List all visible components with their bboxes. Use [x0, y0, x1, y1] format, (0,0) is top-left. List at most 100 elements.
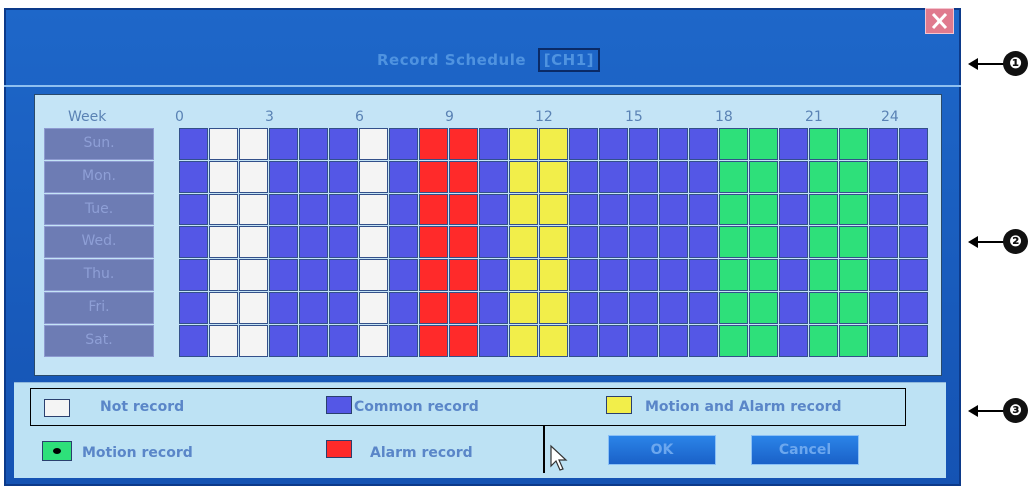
schedule-cell[interactable]: [239, 160, 268, 193]
schedule-cell[interactable]: [599, 292, 628, 324]
schedule-cell[interactable]: [299, 292, 328, 324]
schedule-cell[interactable]: [569, 160, 598, 193]
schedule-cell[interactable]: [599, 128, 628, 160]
schedule-cell[interactable]: [749, 226, 778, 259]
schedule-cell[interactable]: [779, 128, 808, 160]
schedule-cell[interactable]: [479, 128, 508, 160]
schedule-cell[interactable]: [419, 193, 448, 226]
schedule-cell[interactable]: [209, 160, 238, 193]
schedule-cell[interactable]: [269, 259, 298, 291]
schedule-cell[interactable]: [419, 160, 448, 193]
schedule-cell[interactable]: [659, 292, 688, 324]
schedule-cell[interactable]: [629, 160, 658, 193]
schedule-cell[interactable]: [749, 259, 778, 291]
schedule-cell[interactable]: [689, 226, 718, 259]
schedule-cell[interactable]: [449, 292, 478, 324]
schedule-cell[interactable]: [749, 160, 778, 193]
schedule-cell[interactable]: [299, 259, 328, 291]
schedule-cell[interactable]: [899, 259, 928, 291]
schedule-cell[interactable]: [899, 160, 928, 193]
schedule-cell[interactable]: [809, 226, 838, 259]
schedule-cell[interactable]: [479, 324, 508, 357]
schedule-cell[interactable]: [269, 324, 298, 357]
schedule-cell[interactable]: [179, 226, 208, 259]
schedule-cell[interactable]: [779, 324, 808, 357]
schedule-cell[interactable]: [839, 259, 868, 291]
schedule-cell[interactable]: [239, 324, 268, 357]
schedule-cell[interactable]: [509, 160, 538, 193]
schedule-cell[interactable]: [719, 193, 748, 226]
schedule-cell[interactable]: [509, 226, 538, 259]
schedule-cell[interactable]: [629, 324, 658, 357]
schedule-cell[interactable]: [659, 160, 688, 193]
schedule-cell[interactable]: [449, 226, 478, 259]
schedule-cell[interactable]: [599, 324, 628, 357]
schedule-cell[interactable]: [899, 292, 928, 324]
schedule-cell[interactable]: [569, 193, 598, 226]
schedule-cell[interactable]: [869, 324, 898, 357]
day-button[interactable]: Thu.: [44, 259, 154, 291]
schedule-cell[interactable]: [809, 193, 838, 226]
schedule-cell[interactable]: [809, 160, 838, 193]
schedule-cell[interactable]: [179, 160, 208, 193]
schedule-cell[interactable]: [239, 259, 268, 291]
schedule-cell[interactable]: [599, 259, 628, 291]
schedule-cell[interactable]: [809, 259, 838, 291]
schedule-cell[interactable]: [449, 193, 478, 226]
schedule-cell[interactable]: [719, 259, 748, 291]
cancel-button[interactable]: Cancel: [751, 435, 859, 465]
schedule-cell[interactable]: [689, 324, 718, 357]
schedule-cell[interactable]: [659, 226, 688, 259]
schedule-cell[interactable]: [629, 292, 658, 324]
schedule-cell[interactable]: [209, 324, 238, 357]
schedule-cell[interactable]: [839, 324, 868, 357]
schedule-cell[interactable]: [359, 226, 388, 259]
schedule-cell[interactable]: [389, 160, 418, 193]
schedule-cell[interactable]: [479, 226, 508, 259]
schedule-cell[interactable]: [749, 193, 778, 226]
schedule-cell[interactable]: [209, 226, 238, 259]
schedule-cell[interactable]: [659, 193, 688, 226]
schedule-cell[interactable]: [179, 324, 208, 357]
schedule-cell[interactable]: [839, 160, 868, 193]
schedule-cell[interactable]: [209, 128, 238, 160]
schedule-cell[interactable]: [719, 324, 748, 357]
schedule-cell[interactable]: [269, 193, 298, 226]
schedule-cell[interactable]: [359, 193, 388, 226]
schedule-cell[interactable]: [359, 160, 388, 193]
schedule-cell[interactable]: [779, 259, 808, 291]
schedule-cell[interactable]: [839, 128, 868, 160]
schedule-cell[interactable]: [659, 259, 688, 291]
schedule-cell[interactable]: [719, 292, 748, 324]
schedule-cell[interactable]: [299, 324, 328, 357]
day-button[interactable]: Fri.: [44, 292, 154, 324]
schedule-cell[interactable]: [479, 259, 508, 291]
schedule-cell[interactable]: [269, 226, 298, 259]
schedule-cell[interactable]: [209, 259, 238, 291]
schedule-cell[interactable]: [869, 160, 898, 193]
schedule-cell[interactable]: [689, 160, 718, 193]
schedule-cell[interactable]: [539, 292, 568, 324]
schedule-cell[interactable]: [449, 128, 478, 160]
schedule-cell[interactable]: [269, 292, 298, 324]
day-button[interactable]: Sun.: [44, 128, 154, 160]
schedule-cell[interactable]: [749, 324, 778, 357]
schedule-cell[interactable]: [629, 259, 658, 291]
schedule-cell[interactable]: [509, 128, 538, 160]
schedule-cell[interactable]: [809, 324, 838, 357]
schedule-cell[interactable]: [779, 193, 808, 226]
schedule-cell[interactable]: [869, 259, 898, 291]
schedule-cell[interactable]: [539, 160, 568, 193]
day-button[interactable]: Mon.: [44, 160, 154, 193]
schedule-cell[interactable]: [539, 324, 568, 357]
schedule-cell[interactable]: [839, 226, 868, 259]
schedule-cell[interactable]: [569, 128, 598, 160]
schedule-cell[interactable]: [389, 128, 418, 160]
schedule-cell[interactable]: [329, 193, 358, 226]
ok-button[interactable]: OK: [608, 435, 716, 465]
schedule-cell[interactable]: [389, 193, 418, 226]
schedule-cell[interactable]: [299, 226, 328, 259]
schedule-cell[interactable]: [539, 226, 568, 259]
schedule-cell[interactable]: [239, 128, 268, 160]
schedule-cell[interactable]: [599, 226, 628, 259]
